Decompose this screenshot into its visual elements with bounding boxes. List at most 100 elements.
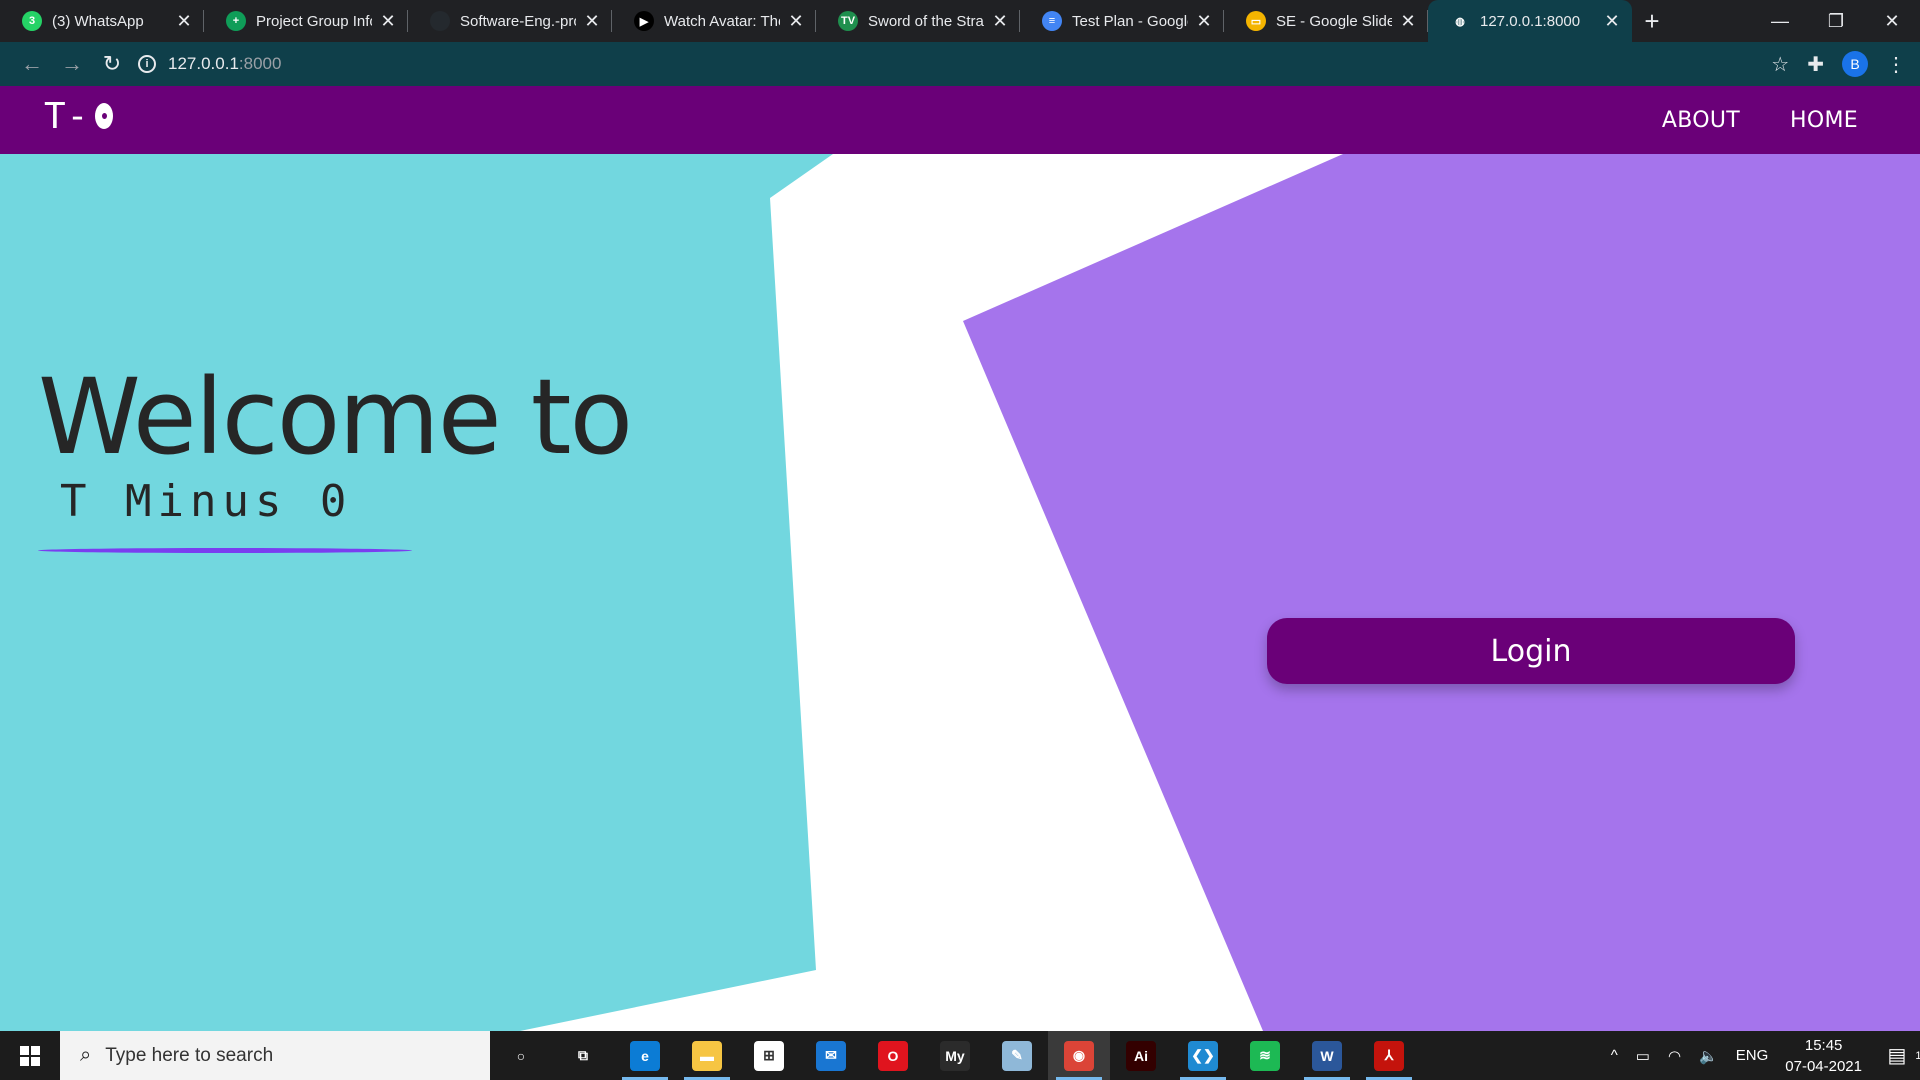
notification-count: 1 bbox=[1915, 1049, 1920, 1062]
new-tab-button[interactable]: + bbox=[1632, 0, 1672, 42]
tab-close-icon[interactable]: ✕ bbox=[786, 11, 806, 31]
notification-center-button[interactable]: ▤ 1 bbox=[1880, 1031, 1920, 1080]
browser-tab[interactable]: ▭ SE - Google Slides ✕ bbox=[1224, 0, 1428, 42]
hero-title: Welcome to bbox=[38, 356, 633, 478]
back-button[interactable]: ← bbox=[12, 44, 52, 84]
toolbar-actions: ☆ ✚ B ⋮ bbox=[1771, 42, 1906, 86]
taskbar-app[interactable]: ✉ bbox=[800, 1031, 862, 1080]
browser-tab[interactable]: ◍ 127.0.0.1:8000 ✕ bbox=[1428, 0, 1632, 42]
tab-title: Watch Avatar: The bbox=[664, 12, 780, 30]
taskbar-app[interactable]: O bbox=[862, 1031, 924, 1080]
taskbar-app[interactable]: W bbox=[1296, 1031, 1358, 1080]
browser-tab[interactable]: 3 (3) WhatsApp ✕ bbox=[0, 0, 204, 42]
browser-tab[interactable]: TV Sword of the Stran ✕ bbox=[816, 0, 1020, 42]
taskbar-app[interactable]: ▬ bbox=[676, 1031, 738, 1080]
arrow-right-icon: → bbox=[61, 51, 83, 76]
nav-about-link[interactable]: ABOUT bbox=[1662, 108, 1740, 133]
illustrator-icon: Ai bbox=[1126, 1040, 1156, 1071]
system-tray: ^ ▭ ◠ 🔈 ENG 15:45 07-04-2021 ▤ 1 bbox=[1602, 1031, 1920, 1080]
browser-tab[interactable]: ≡ Test Plan - Google ✕ bbox=[1020, 0, 1224, 42]
tab-title: Test Plan - Google bbox=[1072, 12, 1188, 30]
windows-taskbar: ⌕ Type here to search ○ ⧉ e ▬ ⊞ ✉ O My ✎ ◉ Ai ❮❯ ≋ W ⅄… bbox=[0, 1031, 1920, 1080]
minimize-button[interactable]: — bbox=[1752, 0, 1808, 42]
tray-chevron-icon[interactable]: ^ bbox=[1611, 1047, 1618, 1064]
hero-underline bbox=[38, 548, 412, 553]
tab-title: SE - Google Slides bbox=[1276, 12, 1392, 30]
tab-close-icon[interactable]: ✕ bbox=[1194, 11, 1214, 31]
site-navbar: T- ABOUT HOME bbox=[0, 86, 1920, 154]
spotify-icon: ≋ bbox=[1250, 1040, 1280, 1071]
docs-icon: ≡ bbox=[1042, 11, 1062, 31]
start-button[interactable] bbox=[0, 1031, 60, 1080]
taskbar-app[interactable]: ◉ bbox=[1048, 1031, 1110, 1080]
chrome-icon: ◉ bbox=[1064, 1040, 1094, 1071]
notification-icon: ▤ bbox=[1887, 1045, 1907, 1067]
opera-icon: O bbox=[878, 1040, 908, 1071]
browser-tab-strip: 3 (3) WhatsApp ✕ + Project Group Info ✕ Softwa… bbox=[0, 0, 1920, 42]
tab-close-icon[interactable]: ✕ bbox=[174, 11, 194, 31]
search-icon: ⌕ bbox=[80, 1044, 92, 1066]
clock-time: 15:45 bbox=[1804, 1036, 1843, 1054]
purple-shape bbox=[963, 154, 1920, 1031]
acrobat-icon: ⅄ bbox=[1374, 1040, 1404, 1071]
browser-toolbar: ← → ↻ i 127.0.0.1:8000 ☆ ✚ B ⋮ bbox=[0, 42, 1920, 86]
tab-close-icon[interactable]: ✕ bbox=[582, 11, 602, 31]
tab-title: (3) WhatsApp bbox=[52, 12, 144, 30]
bookmark-star-icon[interactable]: ☆ bbox=[1771, 52, 1789, 77]
tab-close-icon[interactable]: ✕ bbox=[1398, 11, 1418, 31]
tab-close-icon[interactable]: ✕ bbox=[990, 11, 1010, 31]
kebab-menu-icon[interactable]: ⋮ bbox=[1886, 52, 1906, 77]
reload-button[interactable]: ↻ bbox=[92, 44, 132, 84]
language-indicator[interactable]: ENG bbox=[1736, 1047, 1769, 1064]
login-button[interactable]: Login bbox=[1267, 618, 1795, 684]
address-bar[interactable]: i 127.0.0.1:8000 bbox=[138, 48, 1778, 80]
url-host: 127.0.0.1 bbox=[168, 54, 239, 73]
browser-tab[interactable]: + Project Group Info ✕ bbox=[204, 0, 408, 42]
extensions-icon[interactable]: ✚ bbox=[1807, 52, 1824, 77]
battery-icon[interactable]: ▭ bbox=[1636, 1047, 1650, 1065]
tab-title: Sword of the Stran bbox=[868, 12, 984, 30]
tab-title: 127.0.0.1:8000 bbox=[1480, 12, 1581, 30]
taskbar-app[interactable]: ≋ bbox=[1234, 1031, 1296, 1080]
sheets-icon: + bbox=[226, 11, 246, 31]
clock[interactable]: 15:45 07-04-2021 bbox=[1785, 1035, 1862, 1077]
windows-logo-icon bbox=[20, 1045, 40, 1066]
taskbar-app[interactable]: Ai bbox=[1110, 1031, 1172, 1080]
notepad-icon: ✎ bbox=[1002, 1040, 1032, 1071]
tab-title: Project Group Info bbox=[256, 12, 372, 30]
taskbar-app[interactable]: ✎ bbox=[986, 1031, 1048, 1080]
volume-icon[interactable]: 🔈 bbox=[1699, 1047, 1718, 1065]
web-page: T- ABOUT HOME Welcome to T Minus 0 Login bbox=[0, 86, 1920, 1031]
github-icon bbox=[430, 11, 450, 31]
taskbar-app[interactable]: ○ bbox=[490, 1031, 552, 1080]
taskbar-app[interactable]: My bbox=[924, 1031, 986, 1080]
wifi-icon[interactable]: ◠ bbox=[1668, 1047, 1681, 1065]
tab-close-icon[interactable]: ✕ bbox=[378, 11, 398, 31]
restore-button[interactable]: ❐ bbox=[1808, 0, 1864, 42]
task-view-icon: ⧉ bbox=[578, 1047, 588, 1063]
nav-home-link[interactable]: HOME bbox=[1790, 108, 1858, 133]
window-controls: — ❐ ✕ bbox=[1752, 0, 1920, 42]
forward-button[interactable]: → bbox=[52, 44, 92, 84]
taskbar-app[interactable]: ❮❯ bbox=[1172, 1031, 1234, 1080]
taskbar-apps: ○ ⧉ e ▬ ⊞ ✉ O My ✎ ◉ Ai ❮❯ ≋ W ⅄ bbox=[490, 1031, 1420, 1080]
logo-text: T- bbox=[44, 95, 90, 137]
tv-icon: TV bbox=[838, 11, 858, 31]
tab-title: Software-Eng.-proj bbox=[460, 12, 576, 30]
site-logo[interactable]: T- bbox=[44, 95, 114, 137]
file-explorer-icon: ▬ bbox=[692, 1040, 722, 1071]
taskbar-search[interactable]: ⌕ Type here to search bbox=[60, 1031, 490, 1080]
taskbar-app[interactable]: ⅄ bbox=[1358, 1031, 1420, 1080]
tab-close-icon[interactable]: ✕ bbox=[1602, 11, 1622, 31]
whatsapp-icon: 3 bbox=[22, 11, 42, 31]
taskbar-app[interactable]: ⧉ bbox=[552, 1031, 614, 1080]
browser-tab[interactable]: ▶ Watch Avatar: The ✕ bbox=[612, 0, 816, 42]
profile-avatar[interactable]: B bbox=[1842, 51, 1868, 77]
close-window-button[interactable]: ✕ bbox=[1864, 0, 1920, 42]
reload-icon: ↻ bbox=[102, 51, 122, 76]
taskbar-app[interactable]: ⊞ bbox=[738, 1031, 800, 1080]
cortana-icon: ○ bbox=[516, 1047, 526, 1064]
taskbar-app[interactable]: e bbox=[614, 1031, 676, 1080]
browser-tab[interactable]: Software-Eng.-proj ✕ bbox=[408, 0, 612, 42]
info-icon[interactable]: i bbox=[138, 55, 156, 73]
